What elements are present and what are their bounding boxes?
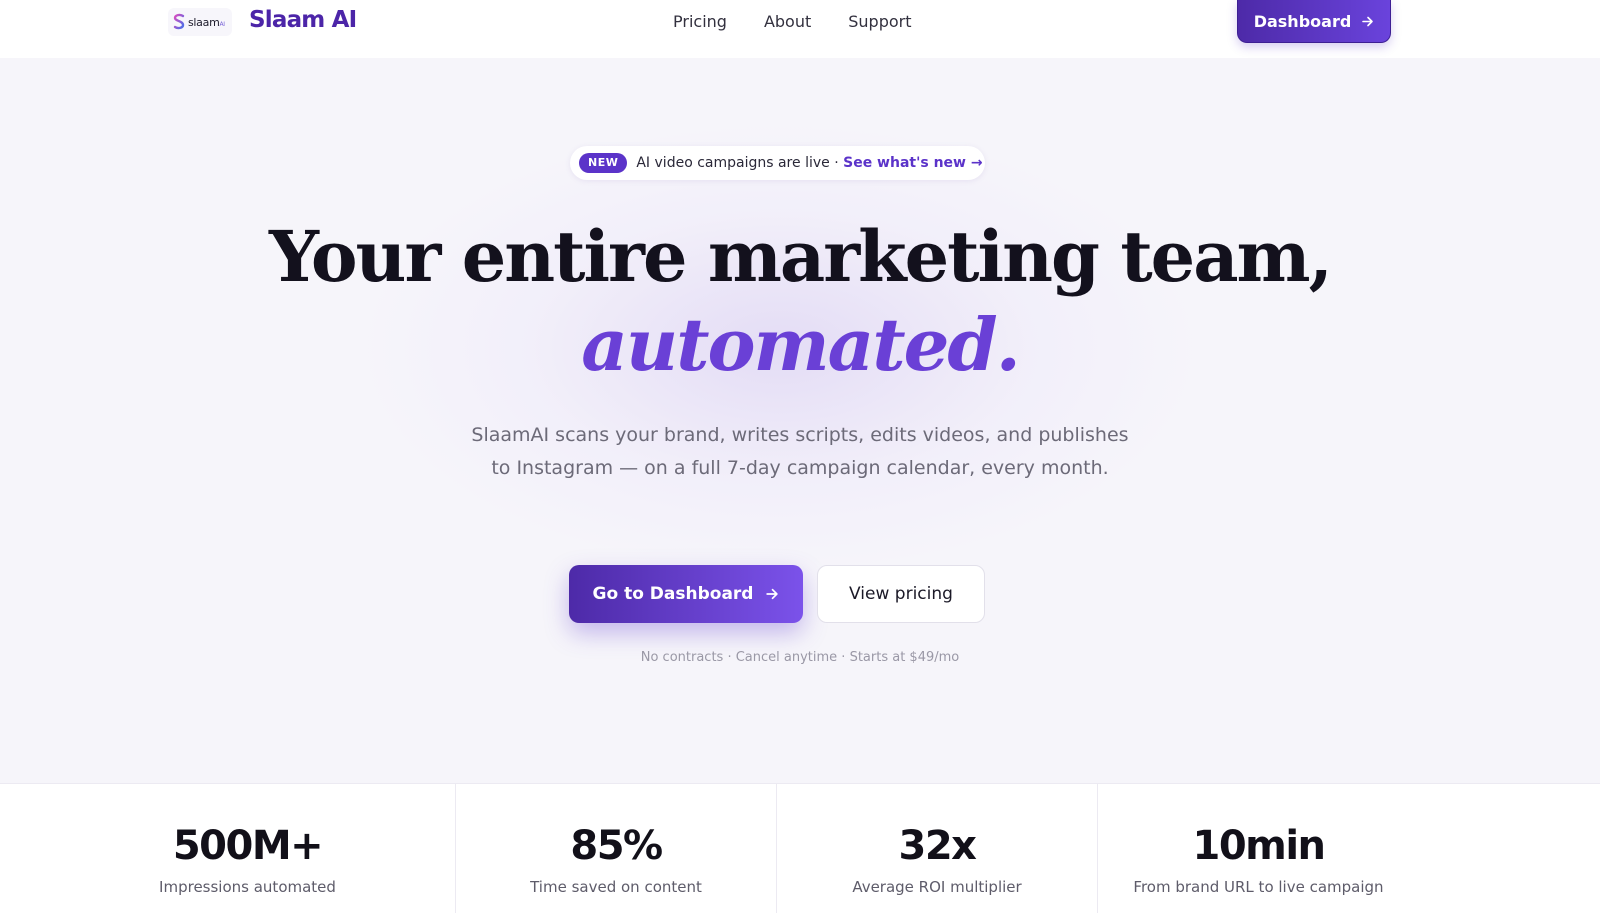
stat-value: 85% — [570, 823, 663, 869]
brand-name[interactable]: Slaam AI — [249, 7, 357, 33]
stat-value: 500M+ — [172, 823, 324, 869]
new-badge: NEW — [579, 153, 628, 173]
stat-time-saved: 85% Time saved on content — [456, 784, 777, 913]
hero-headline: Your entire marketing team, — [268, 215, 1333, 298]
nav-links: Pricing About Support — [673, 10, 912, 34]
nav-link-pricing[interactable]: Pricing — [673, 10, 727, 34]
arrow-right-icon — [766, 588, 779, 600]
hero-subtext: SlaamAI scans your brand, writes scripts… — [471, 424, 1129, 479]
stat-time-to-live: 10min From brand URL to live campaign — [1098, 784, 1600, 913]
logo[interactable]: slaamAI — [168, 8, 232, 36]
hero-headline-accent: automated. — [581, 302, 1021, 387]
top-nav: slaamAI Slaam AI Pricing About Support D… — [0, 0, 1600, 58]
stat-label: From brand URL to live campaign — [1133, 878, 1384, 896]
nav-link-support[interactable]: Support — [848, 10, 911, 34]
stat-label: Average ROI multiplier — [852, 878, 1022, 896]
announcement-text: AI video campaigns are live · See what's… — [636, 155, 983, 171]
slaam-s-logo-icon — [173, 13, 185, 30]
pricing-fineprint: No contracts · Cancel anytime · Starts a… — [640, 650, 960, 665]
go-to-dashboard-label: Go to Dashboard — [592, 584, 754, 604]
view-pricing-button[interactable]: View pricing — [817, 565, 985, 623]
stat-roi: 32x Average ROI multiplier — [777, 784, 1098, 913]
arrow-right-icon — [1362, 16, 1374, 26]
stats-bar: 500M+ Impressions automated 85% Time sav… — [0, 783, 1600, 913]
logo-text: slaamAI — [188, 15, 225, 29]
announcement-pill[interactable]: NEW AI video campaigns are live · See wh… — [570, 146, 985, 180]
stat-label: Impressions automated — [159, 878, 336, 896]
stat-value: 32x — [898, 823, 977, 869]
stat-value: 10min — [1192, 823, 1326, 869]
nav-link-about[interactable]: About — [764, 10, 811, 34]
stat-impressions: 500M+ Impressions automated — [0, 784, 456, 913]
go-to-dashboard-button[interactable]: Go to Dashboard — [569, 565, 803, 623]
dashboard-button-label: Dashboard — [1253, 11, 1352, 31]
see-whats-new-link[interactable]: See what's new → — [843, 155, 982, 171]
stat-label: Time saved on content — [530, 878, 702, 896]
dashboard-button[interactable]: Dashboard — [1237, 0, 1391, 43]
